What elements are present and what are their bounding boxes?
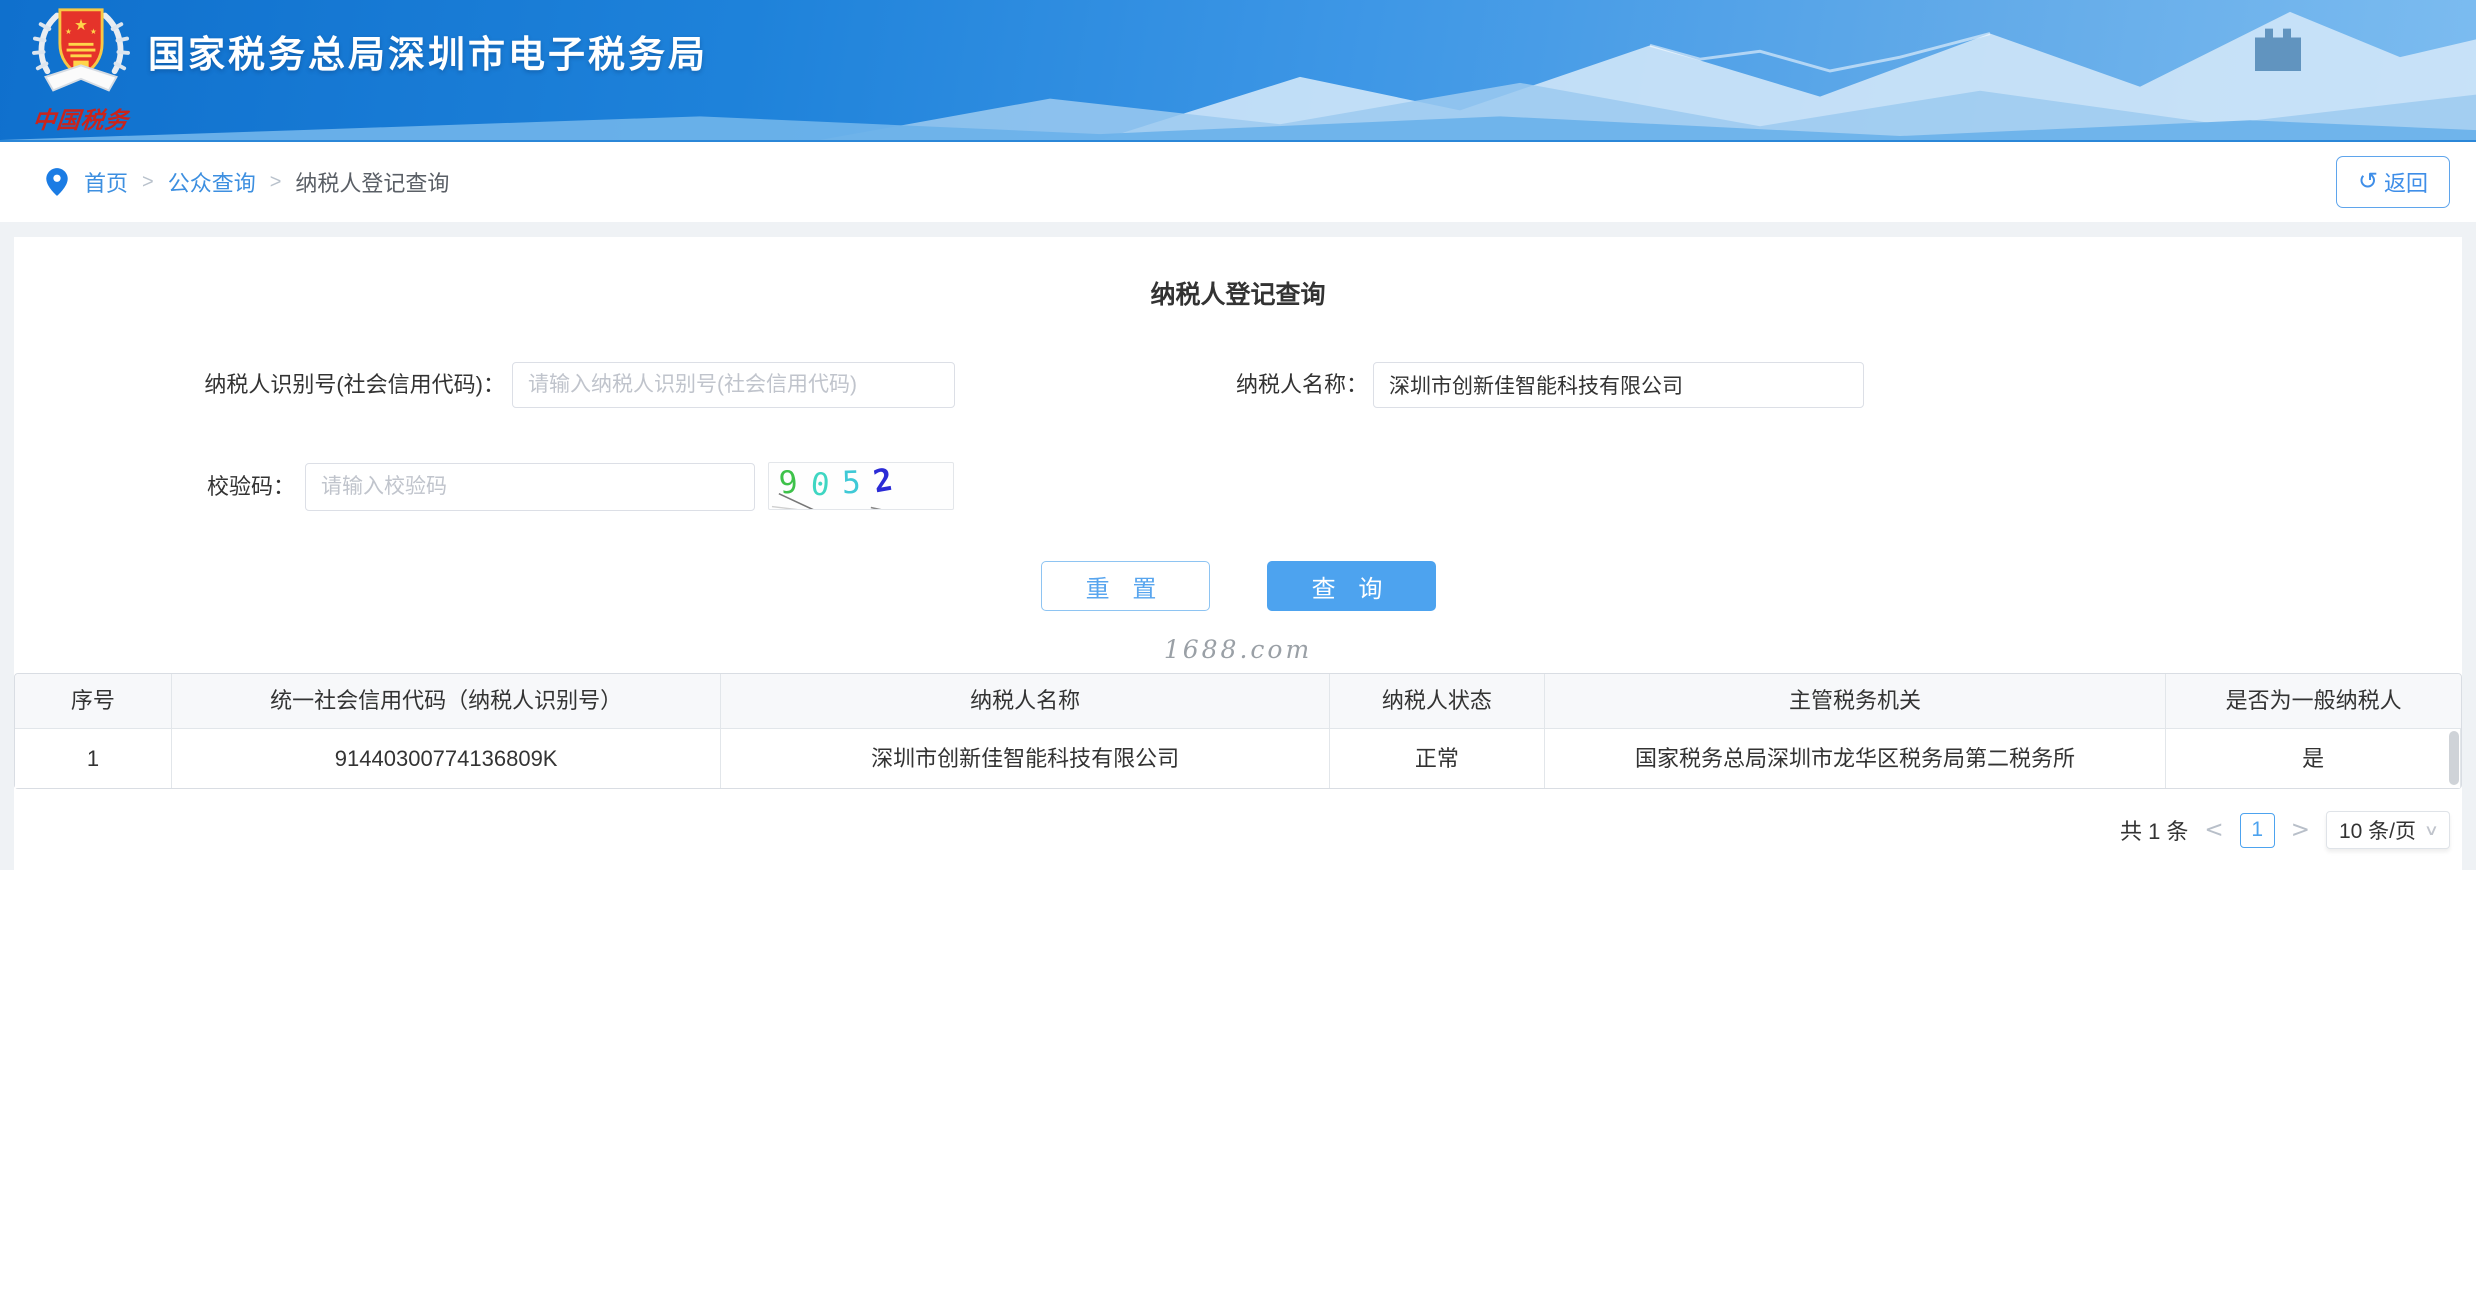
table-row: 1 91440300774136809K 深圳市创新佳智能科技有限公司 正常 国… [15, 728, 2461, 788]
taxpayer-name-label: 纳税人名称： [1014, 362, 1368, 408]
breadcrumb-bar: 首页 > 公众查询 > 纳税人登记查询 ↺ 返回 [0, 142, 2476, 222]
query-panel: 纳税人登记查询 纳税人识别号(社会信用代码)： 纳税人名称： 校验码： 9 0 … [14, 237, 2462, 870]
location-pin-icon [44, 167, 70, 197]
back-button-label: 返回 [2384, 166, 2428, 198]
cell-code: 91440300774136809K [172, 729, 722, 788]
pagination-total: 共 1 条 [2120, 814, 2188, 846]
column-header-authority: 主管税务机关 [1545, 674, 2166, 728]
svg-text:★: ★ [65, 27, 72, 36]
reset-button[interactable]: 重 置 [1041, 561, 1210, 611]
breadcrumb-home-link[interactable]: 首页 [84, 166, 128, 198]
chevron-down-icon: ∨ [2424, 821, 2439, 839]
pagination: 共 1 条 < 1 > 10 条/页 ∨ [2120, 811, 2450, 849]
page-size-select[interactable]: 10 条/页 ∨ [2326, 811, 2450, 849]
column-header-code: 统一社会信用代码（纳税人识别号） [172, 674, 722, 728]
watermark-text: 1688.com [14, 635, 2462, 664]
breadcrumb-public-query-link[interactable]: 公众查询 [168, 166, 256, 198]
page-background: 纳税人登记查询 纳税人识别号(社会信用代码)： 纳税人名称： 校验码： 9 0 … [0, 222, 2476, 870]
cell-name: 深圳市创新佳智能科技有限公司 [721, 729, 1330, 788]
svg-text:★: ★ [90, 27, 97, 36]
cell-general: 是 [2166, 729, 2461, 788]
tax-bureau-logo: ★ ★ ★ 中国税务 [22, 4, 140, 135]
results-table: 序号 统一社会信用代码（纳税人识别号） 纳税人名称 纳税人状态 主管税务机关 是… [14, 673, 2462, 789]
table-header-row: 序号 统一社会信用代码（纳税人识别号） 纳税人名称 纳税人状态 主管税务机关 是… [15, 674, 2461, 728]
page-title: 纳税人登记查询 [14, 275, 2462, 311]
breadcrumb: 首页 > 公众查询 > 纳税人登记查询 [44, 142, 449, 222]
column-header-seq: 序号 [15, 674, 172, 728]
captcha-input[interactable] [305, 463, 755, 511]
pagination-next-icon[interactable]: > [2289, 817, 2312, 843]
cell-status: 正常 [1330, 729, 1545, 788]
breadcrumb-current-page: 纳税人登记查询 [295, 166, 449, 198]
taxpayer-id-input[interactable] [512, 362, 955, 408]
captcha-label: 校验码： [14, 463, 295, 511]
table-scrollbar[interactable] [2449, 731, 2459, 785]
captcha-image[interactable]: 9 0 5 2 [768, 462, 954, 510]
query-button[interactable]: 查 询 [1267, 561, 1436, 611]
site-header: ★ ★ ★ 中国税务 国家税务总局深圳市电子税务局 [0, 0, 2476, 142]
svg-text:★: ★ [74, 17, 88, 34]
return-arrow-icon: ↺ [2358, 170, 2378, 194]
column-header-general: 是否为一般纳税人 [2166, 674, 2461, 728]
site-title: 国家税务总局深圳市电子税务局 [148, 24, 708, 78]
column-header-name: 纳税人名称 [721, 674, 1330, 728]
taxpayer-name-input[interactable] [1373, 362, 1864, 408]
logo-caption: 中国税务 [20, 101, 142, 135]
taxpayer-id-label: 纳税人识别号(社会信用代码)： [14, 362, 505, 408]
breadcrumb-separator: > [142, 171, 154, 194]
cell-seq: 1 [15, 729, 172, 788]
cell-authority: 国家税务总局深圳市龙华区税务局第二税务所 [1545, 729, 2166, 788]
column-header-status: 纳税人状态 [1330, 674, 1545, 728]
captcha-noise-lines [769, 463, 953, 510]
national-tax-emblem-icon: ★ ★ ★ [25, 4, 137, 100]
form-actions: 重 置 查 询 [14, 561, 2462, 611]
pagination-page-1[interactable]: 1 [2240, 813, 2275, 848]
back-button[interactable]: ↺ 返回 [2336, 156, 2450, 208]
page-size-value: 10 条/页 [2339, 815, 2416, 845]
breadcrumb-separator: > [270, 171, 282, 194]
pagination-prev-icon[interactable]: < [2202, 817, 2225, 843]
